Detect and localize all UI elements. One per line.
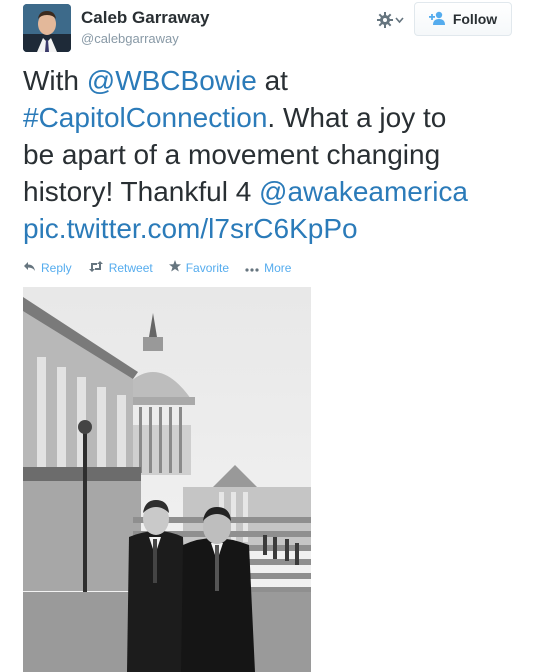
user-name[interactable]: Caleb Garraway xyxy=(81,8,210,28)
avatar[interactable] xyxy=(23,4,71,52)
retweet-button[interactable]: Retweet xyxy=(88,260,153,275)
reply-button[interactable]: Reply xyxy=(23,260,72,275)
user-handle[interactable]: @calebgarraway xyxy=(81,31,179,46)
follow-label: Follow xyxy=(452,11,498,27)
chevron-down-icon xyxy=(395,17,404,24)
tweet-text-segment: With xyxy=(23,65,87,96)
more-button[interactable]: More xyxy=(245,260,291,275)
favorite-label: Favorite xyxy=(185,260,230,275)
favorite-button[interactable]: Favorite xyxy=(168,260,230,275)
tweet-text-segment: . What a joy to xyxy=(267,102,447,133)
tweet-photo[interactable] xyxy=(23,287,311,672)
mention-link[interactable]: @awakeamerica xyxy=(259,176,468,207)
hashtag-link[interactable]: #CapitolConnection xyxy=(23,102,267,133)
follow-button[interactable]: Follow xyxy=(414,2,512,36)
tweet-text: With @WBCBowie at #CapitolConnection. Wh… xyxy=(23,62,523,247)
gear-icon xyxy=(377,12,393,28)
tweet-text-segment: be apart of a movement changing xyxy=(23,139,441,170)
mention-link[interactable]: @WBCBowie xyxy=(87,65,257,96)
star-icon xyxy=(168,260,181,275)
reply-icon xyxy=(23,261,36,275)
tweet-actions: Reply Retweet Favorite More xyxy=(23,260,291,275)
media-link[interactable]: pic.twitter.com/l7srC6KpPo xyxy=(23,213,358,244)
ellipsis-icon xyxy=(245,261,259,275)
reply-label: Reply xyxy=(41,260,72,275)
user-actions-dropdown[interactable] xyxy=(376,10,408,30)
more-label: More xyxy=(264,260,292,275)
tweet-text-segment: at xyxy=(256,65,288,96)
retweet-icon xyxy=(88,260,104,275)
add-user-icon xyxy=(428,11,447,28)
retweet-label: Retweet xyxy=(108,260,153,275)
tweet-text-segment: history! Thankful 4 xyxy=(23,176,260,207)
